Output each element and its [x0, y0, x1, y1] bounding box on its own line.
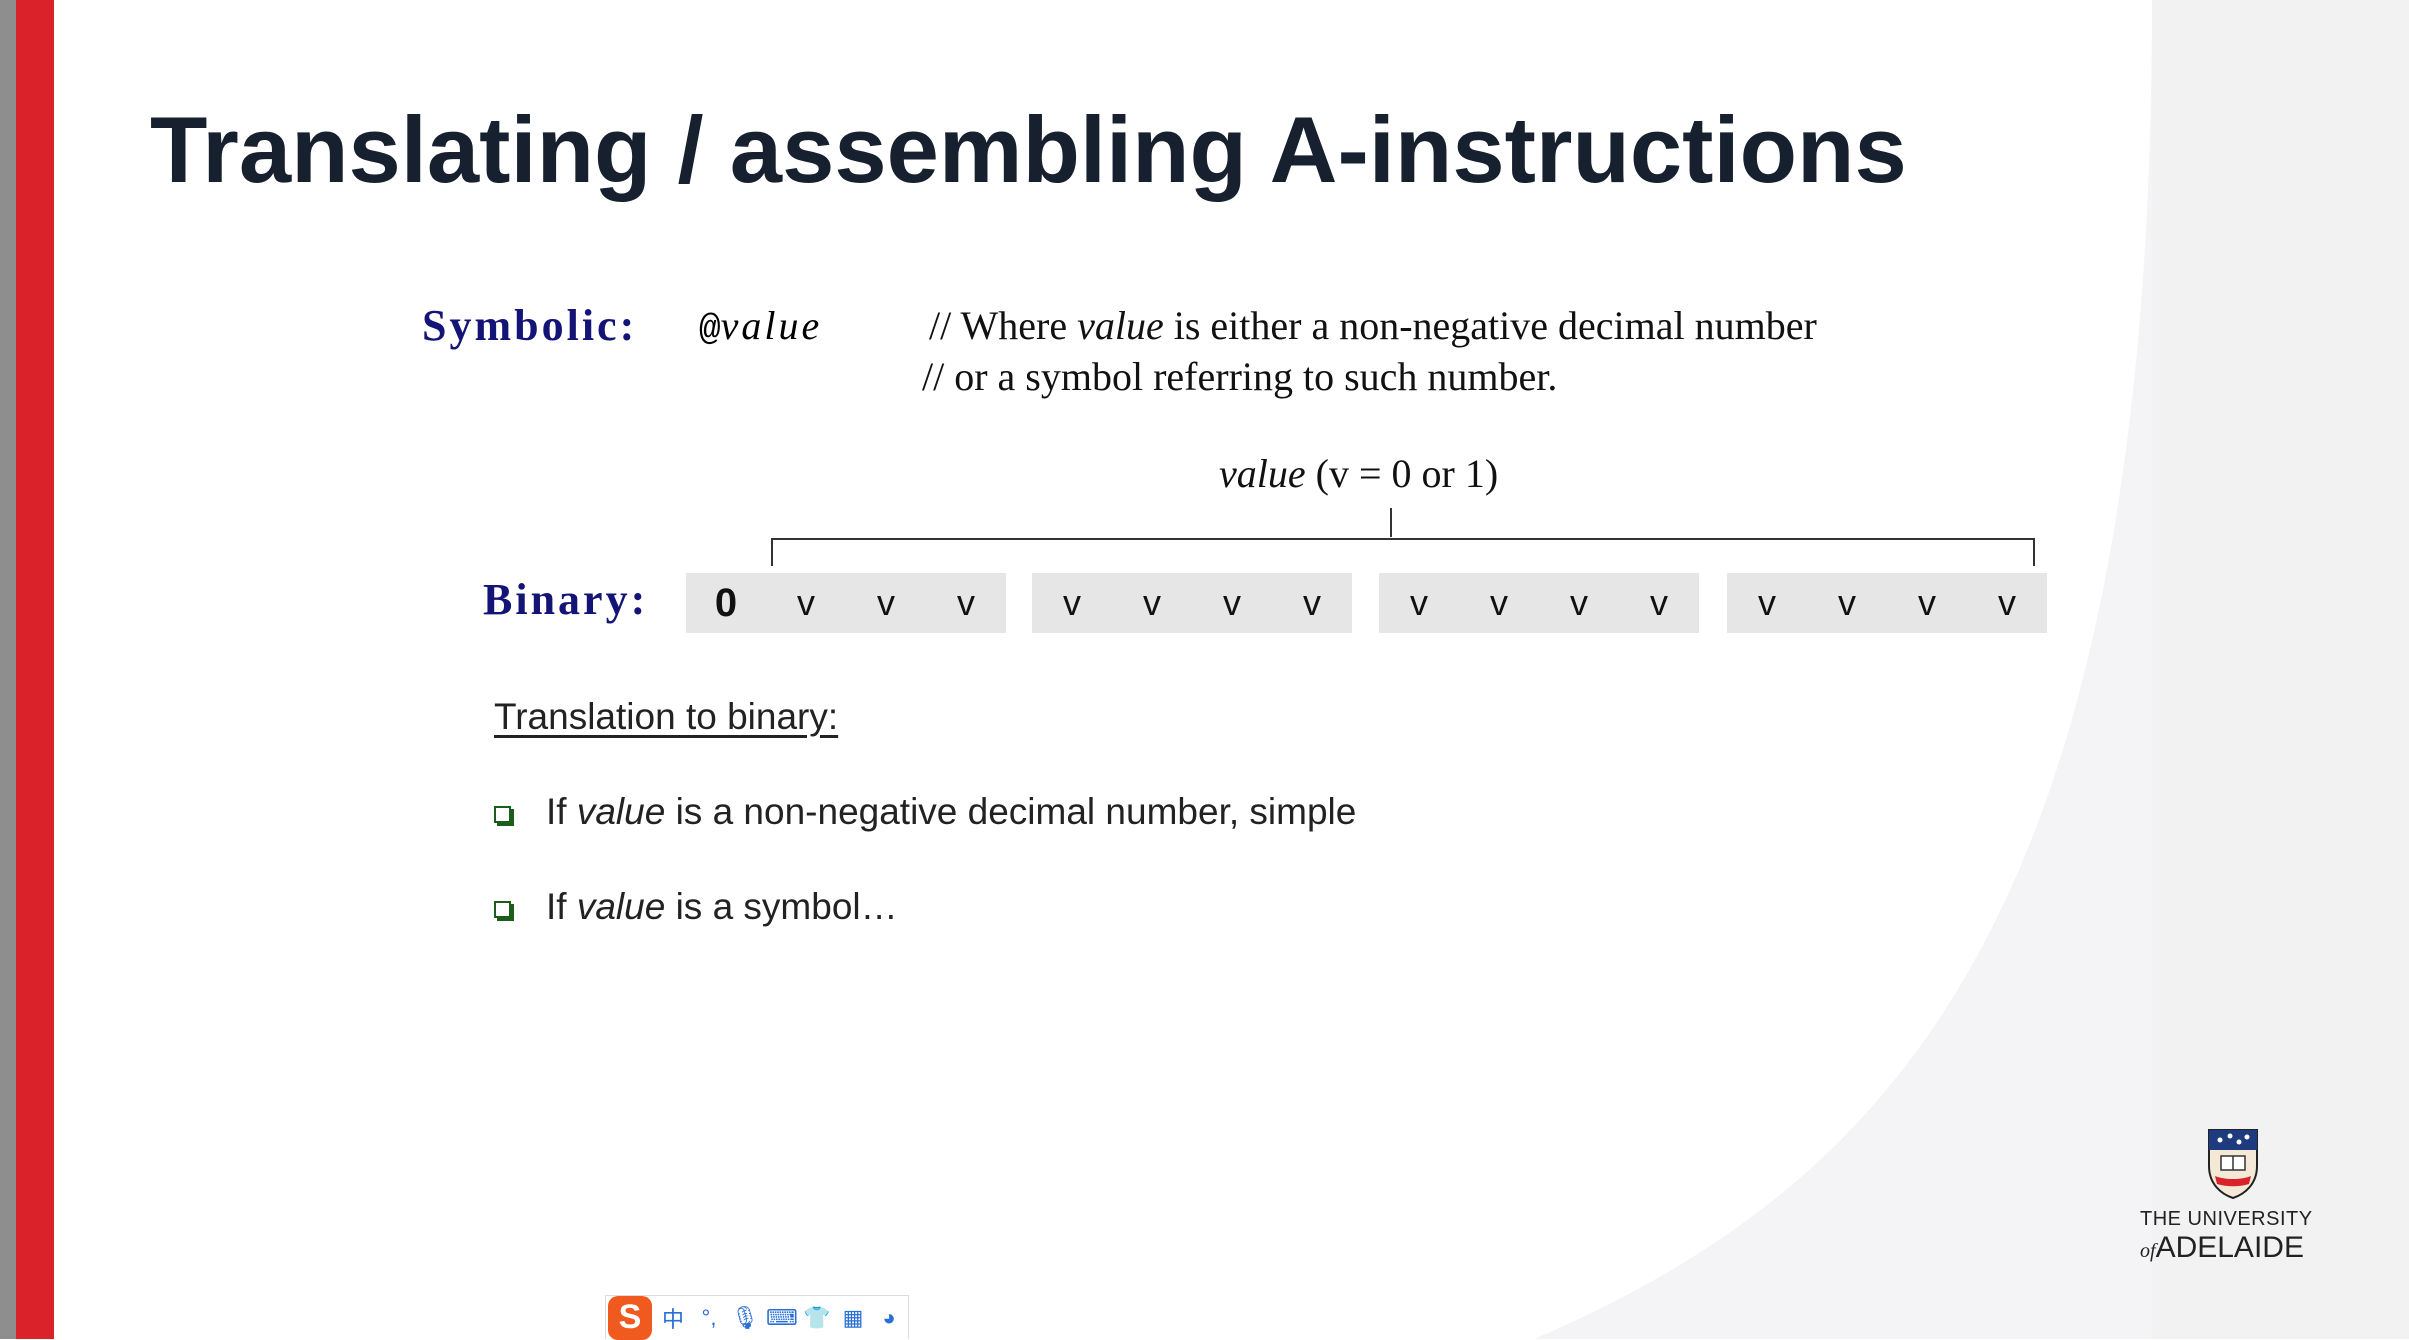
checkbox-bullet-icon — [494, 805, 511, 823]
bullet-prefix: If — [546, 791, 577, 832]
bit: v — [1918, 582, 1936, 623]
bullet-item-decimal: If value is a non-negative decimal numbe… — [494, 791, 1356, 833]
bit-group-4: v v v v — [1727, 573, 2047, 633]
apps-icon[interactable]: ▦ — [838, 1305, 868, 1331]
bit: v — [1063, 582, 1081, 623]
binary-label: Binary: — [483, 575, 649, 624]
university-crest-icon — [2208, 1129, 2258, 1200]
punctuation-icon[interactable]: °, — [694, 1305, 724, 1331]
bit: v — [797, 582, 815, 623]
bit-group-2: v v v v — [1032, 573, 1352, 633]
logo-text-line2: ofADELAIDE — [2140, 1231, 2304, 1265]
chinese-mode-icon[interactable]: 中 — [658, 1302, 688, 1334]
bit-group-3: v v v v — [1379, 573, 1699, 633]
bullet-item-symbol: If value is a symbol… — [494, 886, 898, 928]
logo-of: of — [2140, 1240, 2156, 1262]
bit: v — [1650, 582, 1668, 623]
bit: v — [1410, 582, 1428, 623]
bullet-italic: value — [576, 791, 666, 832]
bit-opcode: 0 — [714, 580, 738, 625]
bit: v — [1998, 582, 2016, 623]
logo-name: ADELAIDE — [2155, 1231, 2304, 1264]
ime-toolbar[interactable]: S 中 °, 🎙 ⌨ 👕 ▦ ◕ — [605, 1295, 909, 1340]
bit: v — [1223, 582, 1241, 623]
bit: v — [1303, 582, 1321, 623]
bullet-prefix: If — [546, 886, 577, 927]
microphone-icon[interactable]: 🎙 — [730, 1305, 760, 1331]
bit: v — [1143, 582, 1161, 623]
bit: v — [1490, 582, 1508, 623]
bullet-suffix: is a symbol… — [665, 886, 898, 927]
value-bracket — [771, 508, 2035, 566]
bit: v — [1570, 582, 1588, 623]
slide-margin-right — [2152, 0, 2409, 1339]
translation-heading: Translation to binary: — [494, 696, 839, 737]
checkbox-bullet-icon — [494, 900, 511, 918]
keyboard-icon[interactable]: ⌨ — [766, 1305, 798, 1331]
bit: v — [1758, 582, 1776, 623]
bit-group-1: 0 v v v — [686, 573, 1006, 633]
bit: v — [877, 582, 895, 623]
bullet-italic: value — [576, 886, 666, 927]
ime-logo-icon[interactable]: S — [608, 1295, 652, 1340]
mascot-icon[interactable]: ◕ — [874, 1305, 904, 1331]
window-edge — [0, 0, 16, 1339]
bit: v — [957, 582, 975, 623]
logo-text-line1: THE UNIVERSITY — [2140, 1208, 2313, 1230]
bit: v — [1838, 582, 1856, 623]
slide: Translating / assembling A-instructions … — [54, 0, 2152, 1339]
bullet-suffix: is a non-negative decimal number, simple — [665, 791, 1357, 832]
skin-icon[interactable]: 👕 — [802, 1305, 832, 1331]
slide-accent-bar — [16, 0, 54, 1339]
